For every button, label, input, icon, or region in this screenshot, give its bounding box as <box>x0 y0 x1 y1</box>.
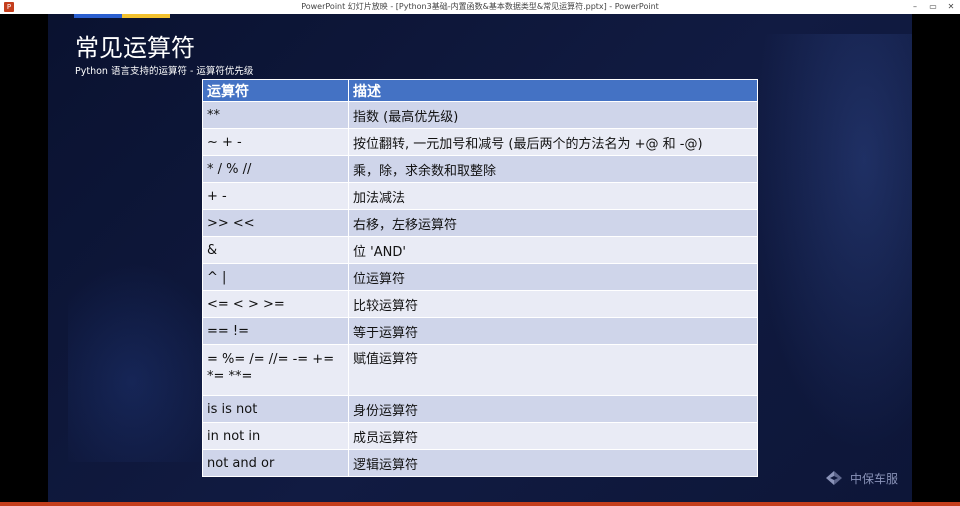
operator-precedence-table: 运算符 描述 ** 指数 (最高优先级) ~ + - 按位翻转, 一元加号和减号 (最… <box>202 79 758 477</box>
table-row: & 位 'AND' <box>202 236 758 264</box>
status-bar <box>0 502 960 506</box>
operator-cell: ** <box>202 101 349 129</box>
slide-title: 常见运算符 <box>75 34 195 62</box>
table-row: ~ + - 按位翻转, 一元加号和减号 (最后两个的方法名为 +@ 和 -@) <box>202 128 758 156</box>
slide[interactable]: 常见运算符 Python 语言支持的运算符 - 运算符优先级 运算符 描述 **… <box>48 14 912 502</box>
operator-cell: + - <box>202 182 349 210</box>
operator-cell: & <box>202 236 349 264</box>
description-cell: 位 'AND' <box>348 236 758 264</box>
description-cell: 比较运算符 <box>348 290 758 318</box>
table-row: <= < > >= 比较运算符 <box>202 290 758 318</box>
description-cell: 按位翻转, 一元加号和减号 (最后两个的方法名为 +@ 和 -@) <box>348 128 758 156</box>
logo-text: 中保车服 <box>850 471 899 486</box>
description-cell: 等于运算符 <box>348 317 758 345</box>
table-row: in not in 成员运算符 <box>202 422 758 450</box>
description-cell: 身份运算符 <box>348 395 758 423</box>
table-row: >> << 右移，左移运算符 <box>202 209 758 237</box>
description-cell: 赋值运算符 <box>348 344 758 396</box>
operator-cell: >> << <box>202 209 349 237</box>
operator-cell: <= < > >= <box>202 290 349 318</box>
operator-cell: is is not <box>202 395 349 423</box>
background-decoration <box>752 34 912 454</box>
table-row: ^ | 位运算符 <box>202 263 758 291</box>
operator-cell: * / % // <box>202 155 349 183</box>
letterbox-left <box>0 14 48 502</box>
table-row: + - 加法减法 <box>202 182 758 210</box>
accent-bar-yellow <box>122 14 170 18</box>
operator-cell: ~ + - <box>202 128 349 156</box>
operator-cell: == != <box>202 317 349 345</box>
table-row: is is not 身份运算符 <box>202 395 758 423</box>
table-row: == != 等于运算符 <box>202 317 758 345</box>
description-cell: 加法减法 <box>348 182 758 210</box>
operator-cell: in not in <box>202 422 349 450</box>
window-title: PowerPoint 幻灯片放映 - [Python3基础-内置函数&基本数据类… <box>301 2 659 11</box>
restore-button[interactable]: ▭ <box>924 0 942 14</box>
letterbox-right <box>912 14 960 502</box>
description-cell: 指数 (最高优先级) <box>348 101 758 129</box>
accent-bar-blue <box>74 14 122 18</box>
table-row: ** 指数 (最高优先级) <box>202 101 758 129</box>
table-row: * / % //乘，除，求余数和取整除 <box>202 155 758 183</box>
table-header-row: 运算符 描述 <box>202 79 758 102</box>
table-header-operator: 运算符 <box>202 79 349 102</box>
table-row: = %= /= //= -= += *= **= 赋值运算符 <box>202 344 758 396</box>
description-cell: 右移，左移运算符 <box>348 209 758 237</box>
operator-cell: ^ | <box>202 263 349 291</box>
company-logo: 中保车服 <box>824 469 898 487</box>
table-row: not and or 逻辑运算符 <box>202 449 758 477</box>
logo-mark-icon <box>824 469 844 487</box>
minimize-button[interactable]: – <box>906 0 924 14</box>
description-cell: 乘，除，求余数和取整除 <box>348 155 758 183</box>
close-button[interactable]: ✕ <box>942 0 960 14</box>
description-cell: 位运算符 <box>348 263 758 291</box>
description-cell: 成员运算符 <box>348 422 758 450</box>
slide-subtitle: Python 语言支持的运算符 - 运算符优先级 <box>75 66 254 77</box>
table-header-description: 描述 <box>348 79 758 102</box>
description-cell: 逻辑运算符 <box>348 449 758 477</box>
window-controls: – ▭ ✕ <box>906 0 960 14</box>
operator-cell: = %= /= //= -= += *= **= <box>202 344 349 396</box>
window-titlebar: P PowerPoint 幻灯片放映 - [Python3基础-内置函数&基本数… <box>0 0 960 15</box>
operator-cell: not and or <box>202 449 349 477</box>
